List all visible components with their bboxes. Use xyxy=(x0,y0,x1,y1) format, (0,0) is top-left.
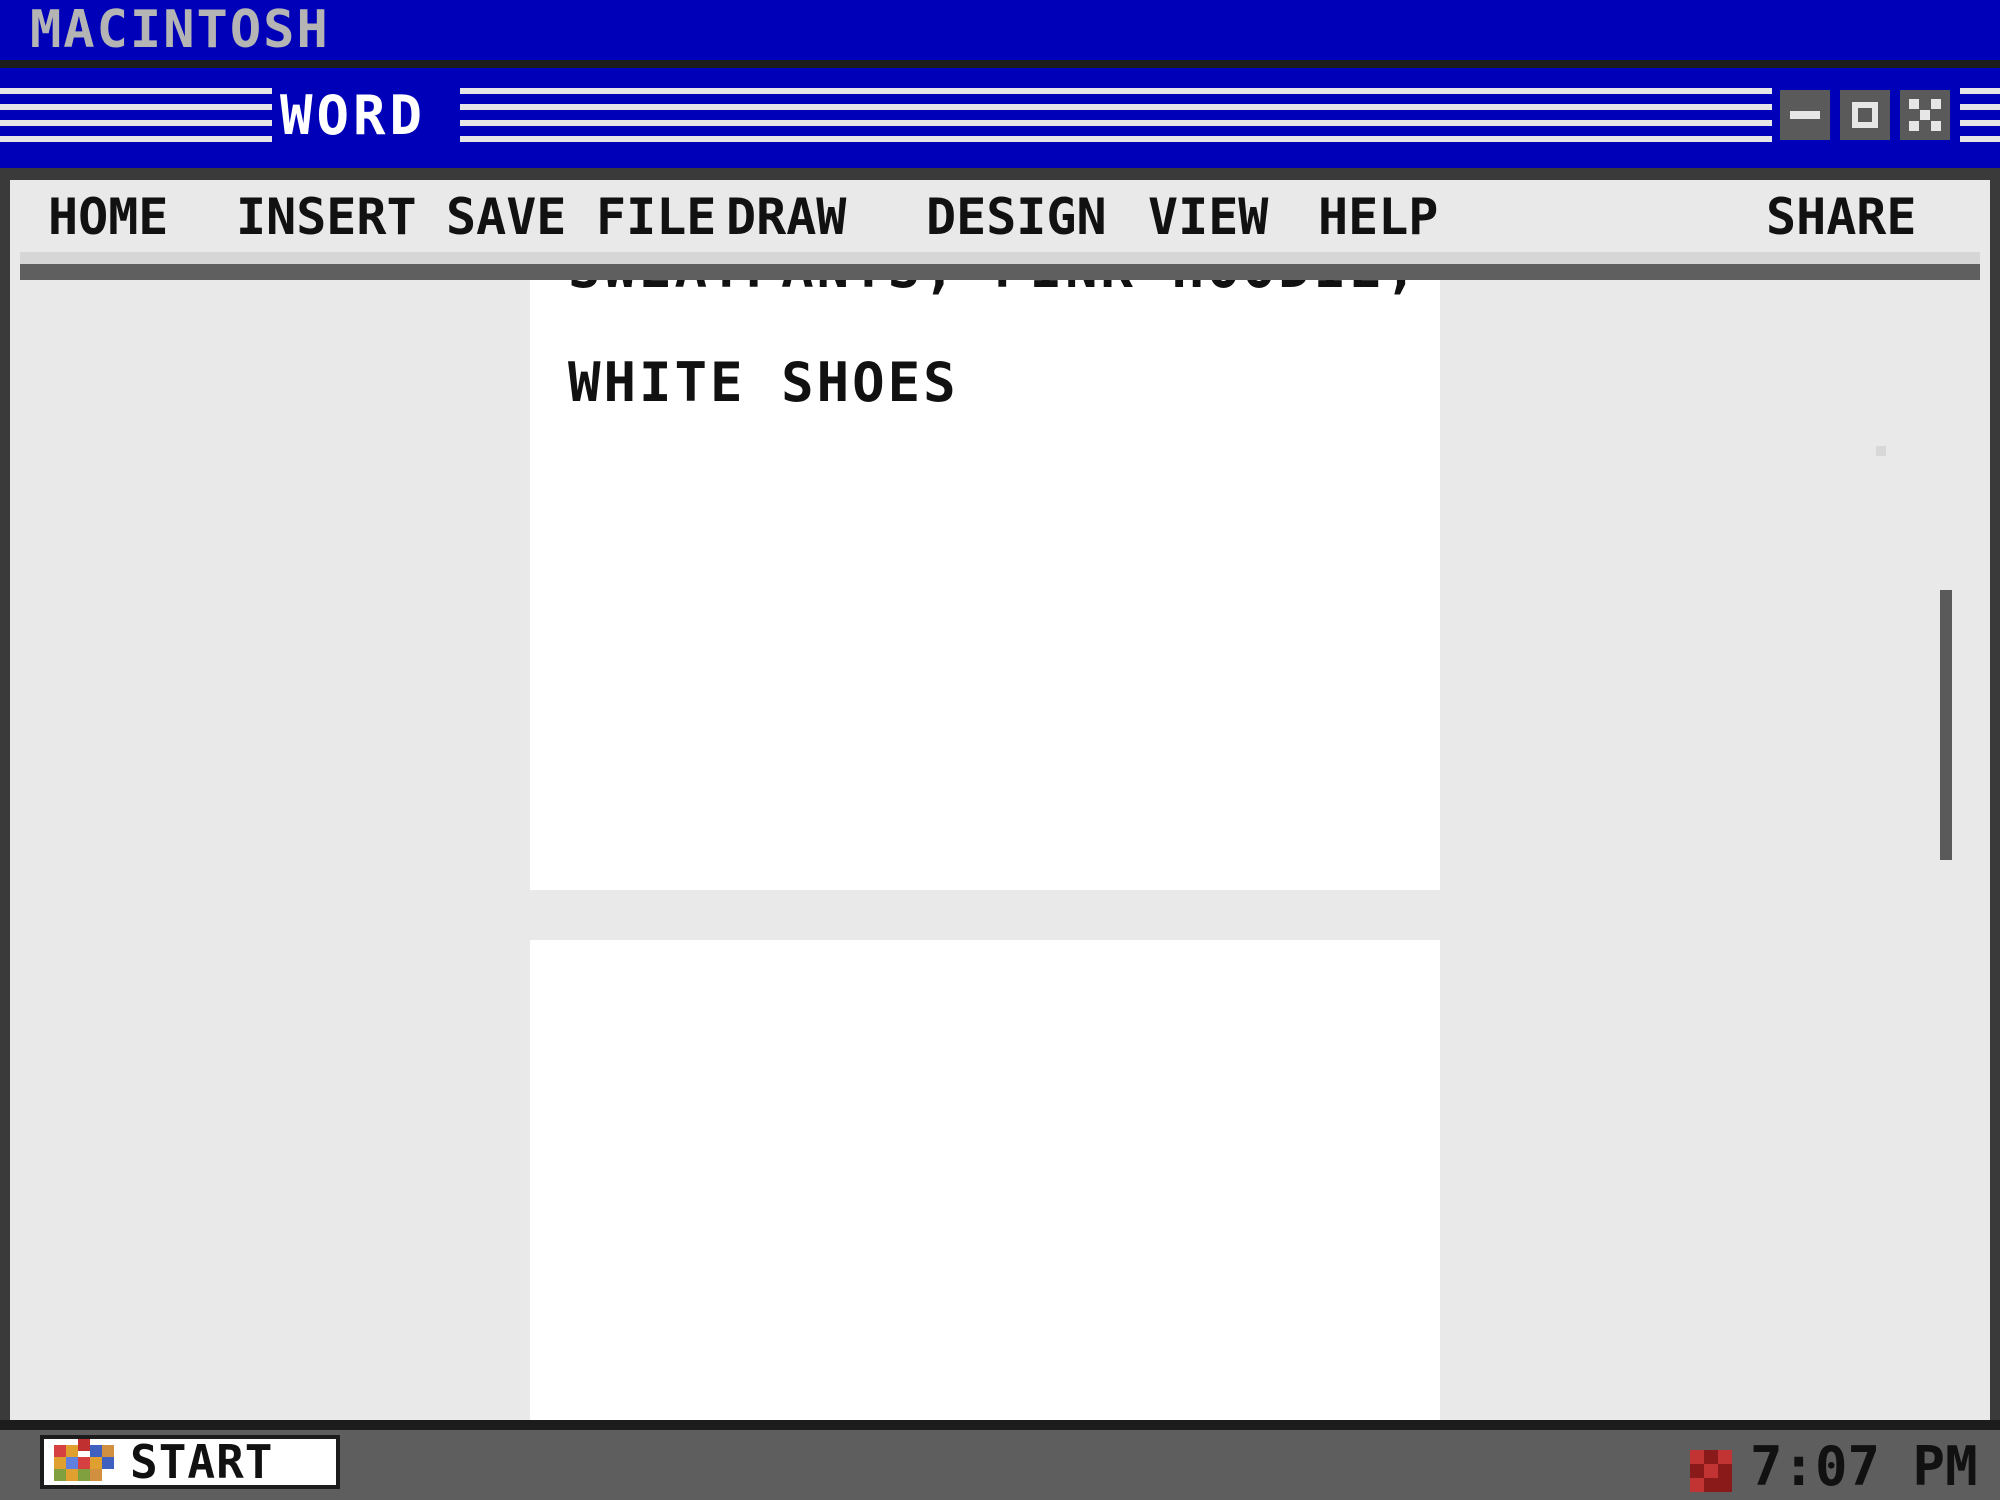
document-page[interactable]: SWEATPANTS, PINK HOODIE, WHITE SHOES xyxy=(530,280,1440,890)
os-divider xyxy=(0,60,2000,68)
menu-home[interactable]: HOME xyxy=(48,192,168,242)
menu-bar: HOME INSERT SAVE FILE DRAW DESIGN VIEW H… xyxy=(20,180,1980,252)
stray-pixel xyxy=(1876,446,1886,456)
menu-bar-shadow xyxy=(20,252,1980,264)
document-line: SWEATPANTS, PINK HOODIE, xyxy=(568,280,1420,296)
start-logo-icon xyxy=(54,1439,130,1485)
title-stripes-right xyxy=(460,88,1772,144)
title-stripes-left xyxy=(0,88,272,144)
minimize-icon xyxy=(1790,111,1820,119)
share-button[interactable]: SHARE xyxy=(1766,192,1917,242)
start-button[interactable]: START xyxy=(40,1435,340,1489)
maximize-button[interactable] xyxy=(1840,90,1890,140)
menu-help[interactable]: HELP xyxy=(1318,192,1438,242)
taskbar-divider xyxy=(0,1420,2000,1430)
document-line: WHITE SHOES xyxy=(568,351,959,414)
document-page-blank[interactable] xyxy=(530,940,1440,1420)
menu-design[interactable]: DESIGN xyxy=(926,192,1107,242)
taskbar: START 7:07 PM xyxy=(0,1430,2000,1500)
os-title: MACINTOSH xyxy=(30,0,330,60)
title-stripes-end xyxy=(1960,88,2000,144)
close-icon xyxy=(1909,99,1941,131)
window-title: WORD xyxy=(280,84,427,147)
os-title-bar: MACINTOSH xyxy=(0,0,2000,60)
tray-app-icon[interactable] xyxy=(1690,1450,1732,1492)
taskbar-clock: 7:07 PM xyxy=(1750,1435,1978,1498)
menu-draw[interactable]: DRAW xyxy=(726,192,846,242)
start-label: START xyxy=(130,1435,274,1489)
window-title-bar[interactable]: WORD xyxy=(0,68,2000,168)
menu-file[interactable]: FILE xyxy=(596,192,716,242)
menu-save[interactable]: SAVE xyxy=(446,192,566,242)
menu-bar-divider xyxy=(20,264,1980,280)
vertical-scrollbar-thumb[interactable] xyxy=(1940,590,1952,860)
minimize-button[interactable] xyxy=(1780,90,1830,140)
close-button[interactable] xyxy=(1900,90,1950,140)
maximize-icon xyxy=(1852,102,1878,128)
menu-view[interactable]: VIEW xyxy=(1148,192,1268,242)
desktop: MACINTOSH WORD HOME INSERT SAVE FILE DRA… xyxy=(0,0,2000,1500)
window-content: HOME INSERT SAVE FILE DRAW DESIGN VIEW H… xyxy=(10,180,1990,1420)
menu-insert[interactable]: INSERT xyxy=(236,192,417,242)
